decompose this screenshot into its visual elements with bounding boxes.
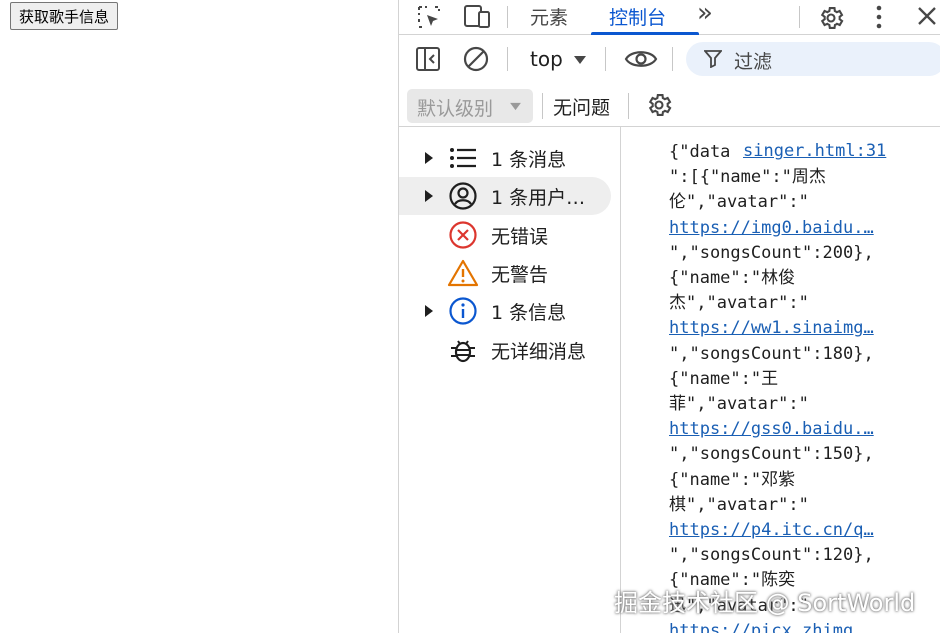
console-url-link[interactable]: https://ww1.sinaimg… [669, 316, 874, 341]
kebab-menu-icon[interactable] [869, 4, 889, 30]
more-tabs-icon[interactable]: » [697, 0, 713, 28]
clear-console-icon[interactable] [462, 45, 490, 73]
devtools-tabbar: 元素 控制台 » [399, 0, 940, 35]
sidebar-toggle-icon[interactable] [415, 46, 441, 72]
console-settings-gear-icon[interactable] [645, 91, 673, 119]
warning-icon [447, 259, 479, 287]
console-text-line: 菲","avatar":" [669, 394, 809, 414]
issues-counter[interactable]: 无问题 [553, 93, 610, 120]
sidebar-item-messages[interactable]: 1 条消息 [399, 139, 621, 177]
log-level-select[interactable]: 默认级别 [407, 89, 533, 123]
devtools-panel: 元素 控制台 » top 过滤 默认级别 无问题 1 条消息 1 条用户… 无错… [398, 0, 940, 633]
console-text-line: ":[{"name":"周杰 [669, 167, 826, 188]
expand-arrow-icon[interactable] [425, 305, 433, 317]
sidebar-item-label: 无详细消息 [491, 341, 587, 363]
console-text-line: ","songsCount":180}, [669, 343, 874, 364]
console-text-line: 伦","avatar":" [669, 192, 809, 213]
filter-input[interactable]: 过滤 [686, 42, 940, 76]
chevron-down-icon [574, 56, 586, 64]
context-selector[interactable]: top [530, 47, 563, 71]
console-url-link[interactable]: https://img0.baidu.… [669, 216, 874, 241]
filter-icon [704, 50, 722, 68]
sidebar-item-label: 无错误 [491, 226, 549, 248]
error-icon [449, 221, 477, 249]
tab-console[interactable]: 控制台 [609, 3, 666, 30]
console-text-line: ","songsCount":150}, [669, 444, 874, 465]
sidebar-item-info[interactable]: 1 条信息 [399, 292, 621, 330]
get-singer-info-button[interactable]: 获取歌手信息 [10, 2, 119, 30]
gear-icon[interactable] [817, 4, 845, 32]
sidebar-item-label: 1 条用户… [491, 187, 586, 209]
console-text-line: 杰","avatar":" [669, 293, 809, 314]
console-url-link[interactable]: https://gss0.baidu.… [669, 417, 874, 442]
close-icon[interactable] [915, 4, 939, 28]
console-text-line: {"name":"林俊 [669, 268, 796, 288]
sidebar-item-label: 无警告 [491, 264, 549, 286]
eye-icon[interactable] [624, 47, 658, 71]
sidebar-item-warnings[interactable]: 无警告 [399, 254, 621, 292]
user-circle-icon [449, 182, 477, 210]
device-toolbar-icon[interactable] [462, 3, 492, 31]
log-level-label: 默认级别 [417, 98, 494, 120]
chevron-down-icon [510, 102, 521, 111]
console-text-line: {"data [669, 142, 731, 162]
sidebar-item-label: 1 条消息 [491, 149, 567, 171]
source-link[interactable]: singer.html:31 [743, 141, 886, 161]
console-text-line: ","songsCount":200}, [669, 242, 874, 263]
sidebar-item-verbose[interactable]: 无详细消息 [399, 331, 621, 369]
console-sidebar: 1 条消息 1 条用户… 无错误 无警告 1 条信息 无详细消息 [399, 127, 621, 633]
info-icon [449, 297, 477, 325]
sidebar-item-label: 1 条信息 [491, 302, 567, 324]
console-output: singer.html:31 {"data ":[{"name":"周杰 伦","a… [621, 127, 940, 633]
console-text-line: ","songsCount":120}, [669, 545, 874, 566]
tab-elements[interactable]: 元素 [530, 3, 568, 30]
sidebar-item-user-messages[interactable]: 1 条用户… [399, 177, 621, 215]
sidebar-item-errors[interactable]: 无错误 [399, 216, 621, 254]
filter-placeholder: 过滤 [734, 51, 773, 73]
list-icon [450, 148, 476, 168]
console-url-link[interactable]: https://picx.zhimg.… [669, 619, 874, 633]
console-text-line: {"name":"王 [669, 368, 779, 389]
expand-arrow-icon[interactable] [425, 190, 433, 202]
watermark: 掘金技术社区 @ SortWorld [614, 589, 916, 617]
expand-arrow-icon[interactable] [425, 152, 433, 164]
console-text-line: {"name":"邓紫 [669, 469, 796, 490]
console-url-link[interactable]: https://p4.itc.cn/q… [669, 518, 874, 543]
inspect-element-icon[interactable] [415, 3, 443, 31]
console-text-line: 棋","avatar":" [669, 494, 809, 515]
bug-icon [451, 340, 475, 363]
